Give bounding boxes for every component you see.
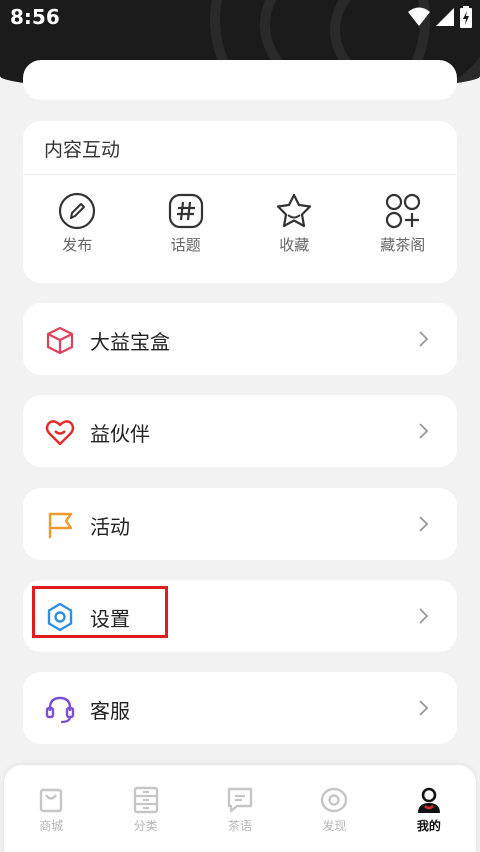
menu-item-label: 益伙伴	[90, 422, 150, 446]
publish-button[interactable]: 发布	[23, 191, 132, 255]
settings-highlight-box	[32, 586, 168, 638]
menu-item-label: 活动	[90, 515, 130, 539]
tab-mine[interactable]: 我的	[382, 765, 476, 852]
category-icon	[133, 786, 158, 814]
chevron-right-icon	[419, 423, 429, 439]
tab-label: 茶语	[228, 819, 253, 833]
bag-icon	[40, 788, 63, 813]
tea-pavilion-label: 藏茶阁	[380, 236, 426, 254]
chevron-right-icon	[419, 516, 429, 532]
eye-icon	[321, 787, 348, 813]
topic-label: 话题	[170, 236, 201, 254]
favorite-label: 收藏	[279, 236, 310, 254]
pencil-circle-icon	[59, 192, 96, 230]
topic-button[interactable]: 话题	[132, 191, 241, 255]
battery-charging-icon	[460, 6, 472, 28]
tab-discover[interactable]: 发现	[287, 765, 381, 852]
headset-icon	[45, 696, 75, 724]
tab-category[interactable]: 分类	[98, 765, 192, 852]
box-icon	[46, 326, 74, 355]
heart-smile-icon	[45, 420, 75, 446]
menu-item-label: 客服	[90, 699, 130, 723]
tea-pavilion-button[interactable]: 藏茶阁	[349, 191, 458, 255]
tab-label: 发现	[322, 819, 347, 833]
chat-icon	[227, 787, 253, 813]
content-interaction-card: 内容互动 发布 话题 收藏 藏茶阁	[23, 121, 457, 283]
menu-item-label: 大益宝盒	[90, 330, 170, 354]
flag-icon	[48, 512, 73, 538]
section-title: 内容互动	[44, 139, 121, 161]
signal-icon	[436, 8, 454, 26]
tab-mall[interactable]: 商城	[4, 765, 98, 852]
chevron-right-icon	[419, 331, 429, 347]
menu-item-partner[interactable]: 益伙伴	[23, 395, 457, 467]
tab-tea-talk[interactable]: 茶语	[193, 765, 287, 852]
chevron-right-icon	[419, 700, 429, 716]
wifi-icon	[408, 7, 430, 26]
user-icon	[417, 787, 440, 813]
tab-label: 分类	[133, 819, 158, 833]
circles-plus-icon	[385, 193, 420, 229]
menu-item-activity[interactable]: 活动	[23, 488, 457, 560]
publish-label: 发布	[62, 236, 93, 254]
status-bar: 8:56	[0, 0, 480, 34]
status-time: 8:56	[10, 5, 60, 29]
menu-item-treasure-box[interactable]: 大益宝盒	[23, 303, 457, 375]
divider	[23, 174, 457, 175]
hashtag-icon	[168, 193, 203, 229]
top-card-partial	[23, 60, 457, 100]
menu-item-customer-service[interactable]: 客服	[23, 672, 457, 744]
bottom-tab-bar: 商城 分类 茶语 发现 我的	[4, 765, 476, 852]
star-icon	[277, 193, 312, 228]
tab-label: 我的	[416, 819, 441, 833]
favorite-button[interactable]: 收藏	[240, 191, 349, 255]
chevron-right-icon	[419, 608, 429, 624]
tab-label: 商城	[39, 819, 64, 833]
